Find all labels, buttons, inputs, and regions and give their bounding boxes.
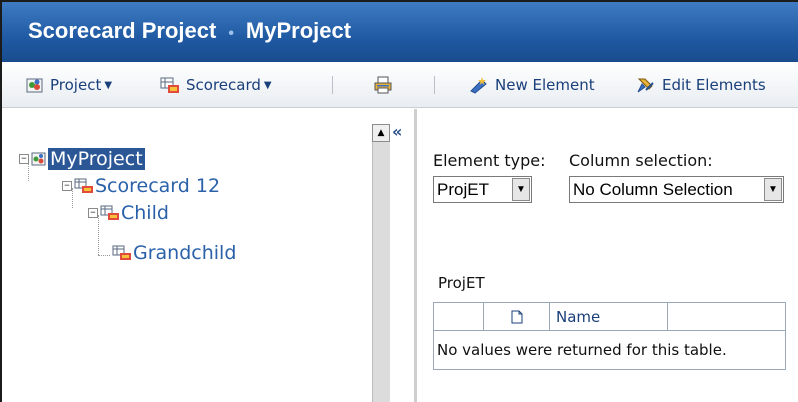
edit-elements-icon — [636, 76, 656, 94]
element-type-label: Element type: — [433, 151, 546, 170]
toolbar-divider — [434, 76, 435, 94]
project-tree-pane: − MyProject − Scorecard 12 − Child Grand… — [2, 109, 372, 402]
collapse-icon[interactable]: − — [62, 181, 72, 191]
chevron-down-icon[interactable]: ▼ — [764, 178, 782, 201]
scroll-up-button[interactable]: ▲ — [372, 124, 390, 142]
toolbar: Project ▼ Scorecard ▼ New Element Edit E… — [2, 62, 798, 108]
collapse-panel-button[interactable]: « — [392, 124, 402, 140]
column-selection-value: No Column Selection — [573, 179, 733, 199]
element-type-value: ProjET — [437, 179, 489, 199]
elements-table: Name No values were returned for this ta… — [433, 302, 786, 370]
column-selection-label: Column selection: — [569, 151, 713, 170]
title-bar: Scorecard Project • MyProject — [2, 2, 798, 62]
project-icon — [31, 151, 47, 167]
project-menu-button[interactable]: Project ▼ — [26, 62, 112, 108]
table-header: Name — [434, 303, 785, 331]
new-element-icon — [469, 76, 489, 94]
scorecard-icon — [160, 76, 180, 94]
column-header-extra — [668, 303, 785, 330]
edit-elements-button[interactable]: Edit Elements — [636, 62, 766, 108]
scorecard-menu-label: Scorecard — [186, 76, 261, 94]
scorecard-menu-button[interactable]: Scorecard ▼ — [160, 62, 272, 108]
printer-icon — [374, 76, 392, 94]
column-header-type[interactable] — [484, 303, 550, 330]
tree-node-label: Scorecard 12 — [95, 175, 221, 197]
column-header-spacer — [434, 303, 484, 330]
tree-node-child[interactable]: − Child — [88, 200, 169, 226]
chevron-down-icon[interactable]: ▼ — [512, 178, 530, 201]
document-icon — [511, 310, 522, 323]
print-button[interactable] — [374, 62, 398, 108]
chevron-down-icon: ▼ — [263, 79, 272, 91]
scorecard-icon — [74, 178, 94, 194]
table-empty-message: No values were returned for this table. — [437, 341, 727, 359]
tree-node-grandchild[interactable]: Grandchild — [112, 240, 236, 266]
edit-elements-label: Edit Elements — [662, 76, 766, 94]
project-menu-label: Project — [50, 76, 102, 94]
tree-connector — [98, 255, 110, 256]
new-element-button[interactable]: New Element — [469, 62, 595, 108]
collapse-icon[interactable]: − — [19, 154, 29, 164]
tree-node-myproject[interactable]: − MyProject — [19, 146, 145, 172]
tree-node-label: Grandchild — [133, 242, 237, 264]
scorecard-icon — [100, 205, 120, 221]
pane-splitter[interactable] — [414, 109, 417, 402]
column-header-name[interactable]: Name — [550, 303, 668, 330]
collapse-icon[interactable]: − — [88, 208, 98, 218]
tree-node-scorecard-12[interactable]: − Scorecard 12 — [62, 173, 220, 199]
tree-scrollbar[interactable] — [372, 124, 390, 402]
title-separator: • — [228, 25, 234, 42]
scorecard-icon — [112, 245, 132, 261]
tree-node-label: MyProject — [48, 148, 145, 170]
table-title: ProjET — [438, 274, 485, 292]
column-selection-select[interactable]: No Column Selection ▼ — [569, 176, 784, 203]
project-title: MyProject — [245, 18, 352, 43]
tree-node-label: Child — [121, 202, 169, 224]
toolbar-divider — [332, 76, 333, 94]
project-icon — [26, 76, 44, 94]
arrow-up-icon: ▲ — [377, 128, 385, 138]
element-type-select[interactable]: ProjET ▼ — [433, 176, 532, 203]
new-element-label: New Element — [495, 76, 595, 94]
app-title: Scorecard Project — [28, 18, 217, 43]
chevron-down-icon: ▼ — [104, 79, 113, 91]
app-window: Scorecard Project • MyProject Project ▼ Sc… — [0, 0, 798, 402]
